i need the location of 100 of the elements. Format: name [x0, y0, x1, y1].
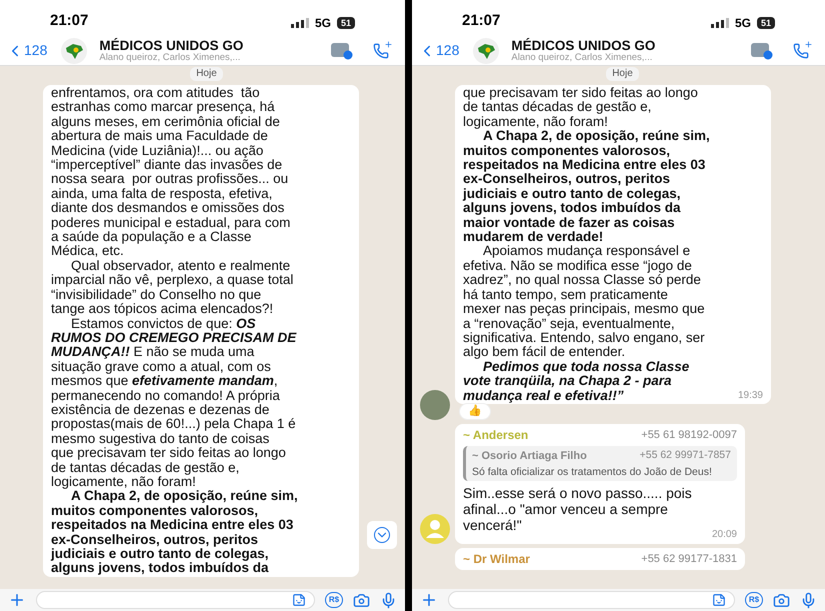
- message-text-line: estranhas como marcar presença, há: [51, 100, 276, 115]
- sender-phone: +55 62 99177-1831: [641, 552, 737, 567]
- message-text-line: mudarem de verdade!: [463, 230, 604, 244]
- message-input-field[interactable]: [36, 591, 315, 609]
- message-text-line: mesmos que efetivamente mandam,: [51, 374, 279, 389]
- message-text-line: Estamos convictos de que: OS: [71, 316, 257, 331]
- group-members: Alano queiroz, Carlos Ximenes,...: [99, 53, 242, 62]
- signal-icon: [290, 18, 309, 28]
- message-text-line: ex-Conselheiros, outros, peritos: [463, 172, 672, 187]
- message-text-line: permanecendo no comando! A própria: [51, 388, 281, 403]
- payment-button[interactable]: R$: [325, 592, 343, 608]
- message-text-line: significativa. Entendo, salvo engano, ser: [463, 330, 706, 346]
- message-text-line: muitos componentes valorosos,: [51, 504, 260, 518]
- chevron-down-icon: [374, 527, 390, 543]
- message-text-line: respeitados na Medicina entre eles 03: [463, 158, 706, 172]
- network-label: 5G: [314, 15, 331, 32]
- message-text-line: propostas(mais de 60!...) pela Chapa 1 é: [51, 417, 297, 432]
- back-button[interactable]: 128: [418, 40, 460, 61]
- message-text-line: de tantas décadas de gestão e,: [51, 460, 240, 475]
- quoted-text: Só falta oficializar os tratamentos do João de Deus!: [472, 464, 713, 479]
- message-text-line: diante dos desmandos e omissões dos: [51, 201, 286, 216]
- message-text-line: situação grave como a atual, com os: [51, 360, 272, 374]
- message-text-line: de tantas décadas de gestão e,: [463, 100, 652, 115]
- message-time: 19:39: [738, 388, 763, 403]
- group-avatar-icon[interactable]: [61, 38, 88, 64]
- message-text-line: judiciais e outro tanto de colegas,: [51, 547, 270, 562]
- message-text-line: Pedimos que toda nossa Classe: [483, 360, 690, 374]
- message-text-line: enfrentamos, ora com atitudes tão: [51, 86, 261, 100]
- message-text-line: Apoiamos mudança responsável e: [482, 244, 692, 259]
- message-text-line: A Chapa 2, de oposição, reúne sim,: [483, 129, 711, 144]
- camera-icon[interactable]: [353, 592, 370, 608]
- message-text-line: alguns jovens, todos imbuídos da: [463, 201, 682, 216]
- microphone-icon[interactable]: [800, 592, 817, 608]
- add-call-icon[interactable]: [793, 42, 809, 58]
- status-time: 21:07: [50, 10, 88, 30]
- message-text-line: “invisibilidade” do Conselho no que: [51, 288, 262, 302]
- message-text-line: ex-Conselheiros, outros, peritos: [51, 532, 260, 547]
- quoted-message[interactable]: ~ Osorio Artiaga Filho +55 62 99971-7857 Só falta oficializar os tratamentos do João de Deus!: [463, 446, 737, 481]
- avatar-photo-placeholder[interactable]: [420, 390, 450, 420]
- quoted-phone: +55 62 99971-7857: [640, 448, 731, 464]
- message-text-line: que precisavam ter sido feitas ao longo: [51, 446, 287, 461]
- scroll-down-button[interactable]: [367, 521, 397, 549]
- sender-name[interactable]: ~ Dr Wilmar: [463, 552, 530, 567]
- group-members: Alano queiroz, Carlos Ximenes,...: [511, 53, 654, 62]
- message-text-line: a saúde da população e a Classe: [51, 230, 252, 244]
- signal-icon: [710, 18, 729, 28]
- group-avatar-icon[interactable]: [473, 38, 500, 64]
- message-text-line: imparcial não vê, perplexo, a quase total: [51, 273, 294, 288]
- message-text-line: mudança real e efetiva!!”: [463, 388, 624, 403]
- message-text-line: xadrez”, no qual nossa Classe só perde: [463, 273, 702, 288]
- microphone-icon[interactable]: [380, 592, 397, 608]
- sticker-icon[interactable]: [712, 593, 726, 607]
- battery-indicator: 51: [336, 17, 355, 29]
- message-text-line: abertura de mais uma Faculdade de: [51, 129, 269, 144]
- message-input-field[interactable]: [448, 591, 735, 609]
- sender-name[interactable]: ~ Andersen: [463, 428, 528, 443]
- message-text-line: RUMOS DO CREMEGO PRECISAM DE: [51, 330, 298, 346]
- message-text-line: Medicina (vide Luziânia)!... ou ação: [51, 144, 264, 158]
- date-chip: Hoje: [606, 67, 639, 81]
- message-text-line: mexer nas peças principais, mesmo que: [463, 302, 706, 316]
- group-title: MÉDICOS UNIDOS GO: [99, 38, 244, 52]
- group-title: MÉDICOS UNIDOS GO: [511, 38, 656, 52]
- date-chip: Hoje: [190, 67, 223, 81]
- quoted-sender: ~ Osorio Artiaga Filho: [472, 449, 587, 464]
- message-text-line: MUDANÇA!! E não se muda uma: [51, 345, 256, 360]
- message-text-line: poderes municipal e estadual, para com: [51, 216, 292, 230]
- network-label: 5G: [734, 15, 751, 32]
- message-text-line: há tanto tempo, sem praticamente: [463, 288, 668, 302]
- message-text-line: muitos componentes valorosos,: [463, 144, 672, 158]
- video-call-icon[interactable]: [331, 42, 353, 60]
- sender-phone: +55 61 98192-0097: [641, 428, 737, 443]
- message-text-line: vote tranqüila, na Chapa 2 - para: [463, 374, 673, 389]
- message-text-line: mesmo sugestiva do tanto de coisas: [51, 432, 270, 446]
- attach-icon[interactable]: [420, 591, 438, 609]
- add-call-icon[interactable]: [373, 42, 389, 58]
- message-text-line: Qual observador, atento e realmente: [70, 258, 292, 274]
- video-call-icon[interactable]: [751, 42, 773, 60]
- message-text-line: logicamente, não foram!: [463, 114, 608, 130]
- camera-icon[interactable]: [773, 592, 790, 608]
- attach-icon[interactable]: [8, 591, 26, 609]
- message-text-line: tange aos tópicos acima elencados?!: [51, 302, 274, 316]
- payment-button[interactable]: R$: [745, 592, 763, 608]
- message-text-line: a “renovação” seja, eventualmente,: [463, 316, 676, 331]
- message-text-line: A Chapa 2, de oposição, reúne sim,: [71, 489, 299, 504]
- message-text-line: maior vontade de fazer as coisas: [463, 216, 676, 230]
- message-text: Sim..esse será o novo passo..... pois afinal...o "amor venceu a sempre vencerá!": [463, 484, 693, 533]
- message-text-line: alguns jovens, todos imbuídos da: [51, 561, 270, 576]
- sticker-icon[interactable]: [292, 593, 306, 607]
- message-text-line: logicamente, não foram!: [51, 474, 196, 490]
- back-button[interactable]: 128: [6, 40, 48, 61]
- message-time: 20:09: [712, 528, 737, 541]
- status-time: 21:07: [462, 10, 500, 30]
- message-text-line: algo bem fácil de entender.: [463, 345, 626, 360]
- message-text-line: nossa seara por outras profissões... ou: [51, 172, 290, 187]
- message-text-line: alguns meses, em cerimônia oficial de: [51, 114, 281, 130]
- message-text-line: existência de dezenas e dezenas de: [51, 402, 270, 418]
- message-text-line: judiciais e outro tanto de colegas,: [463, 186, 682, 202]
- message-text-line: efetiva. Não se modifica esse “jogo de: [463, 258, 693, 274]
- message-text-line: respeitados na Medicina entre eles 03: [51, 518, 294, 533]
- battery-indicator: 51: [756, 17, 775, 29]
